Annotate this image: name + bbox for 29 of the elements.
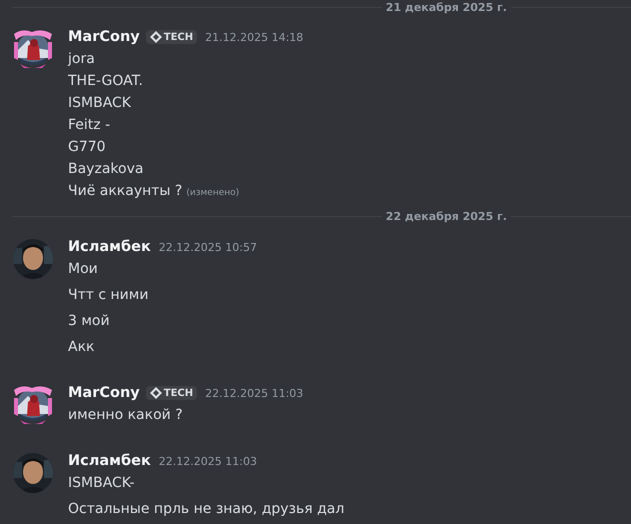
date-divider-label: 22 декабря 2025 г.: [384, 210, 508, 222]
role-tag: TECH: [146, 30, 198, 44]
message-text: ISMBACK: [68, 94, 131, 113]
message-text: ISMBACK-: [68, 474, 135, 493]
message-text: Feitz -: [68, 116, 110, 135]
role-tag: TECH: [146, 386, 198, 400]
username[interactable]: Исламбек: [68, 453, 151, 469]
timestamp: 22.12.2025 11:03: [158, 454, 257, 468]
timestamp: 21.12.2025 14:18: [205, 30, 304, 44]
timestamp: 22.12.2025 11:03: [205, 386, 304, 400]
timestamp: 22.12.2025 10:57: [158, 240, 257, 254]
message-text: Мои: [68, 260, 98, 279]
message-text: Чтт с ними: [68, 286, 148, 305]
diamond-icon: [150, 31, 162, 43]
username[interactable]: MarCony: [68, 29, 140, 45]
message-text: Остальные прль не знаю, друзья дал: [68, 500, 344, 519]
message-text: G770: [68, 138, 106, 157]
message-text: Bayzakova: [68, 160, 144, 179]
username[interactable]: MarCony: [68, 385, 140, 401]
message-text: именно какой ?: [68, 406, 183, 425]
message-text: THE-GOAT.: [68, 72, 143, 91]
username[interactable]: Исламбек: [68, 239, 151, 255]
edited-label: (изменено): [186, 187, 240, 200]
message-text: jora: [68, 50, 95, 69]
diamond-icon: [150, 387, 162, 399]
date-divider-label: 21 декабря 2025 г.: [384, 0, 508, 14]
message-text: Чиё аккаунты ?: [68, 182, 182, 201]
message-text: 3 мой: [68, 312, 110, 331]
message-text: Акк: [68, 338, 94, 357]
